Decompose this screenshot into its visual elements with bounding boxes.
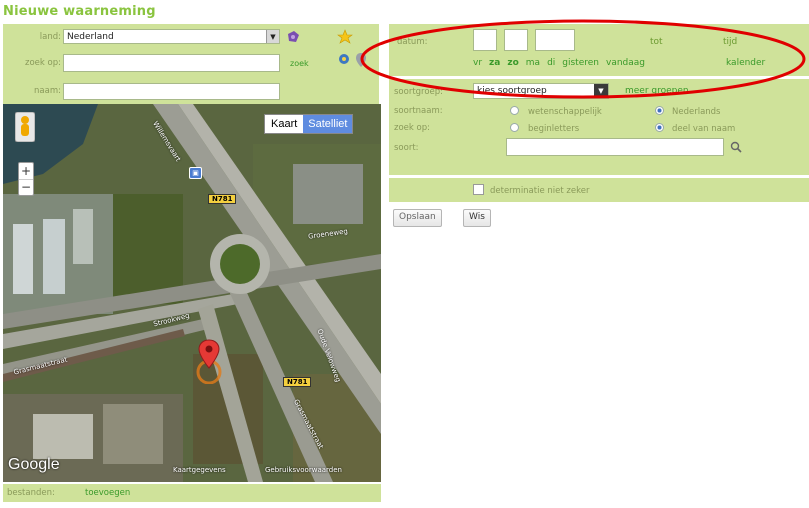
determinatie-label: determinatie niet zeker <box>490 186 590 196</box>
zoom-out-button[interactable]: − <box>19 180 33 196</box>
land-value: Nederland <box>67 31 114 42</box>
naam-label: naam: <box>34 86 61 96</box>
land-select[interactable]: Nederland ▼ <box>63 29 280 44</box>
deel-van-naam-label: deel van naam <box>672 124 736 134</box>
beginletters-radio[interactable] <box>510 123 519 132</box>
zoom-control: + − <box>18 162 34 196</box>
google-logo: Google <box>8 456 60 473</box>
nederlands-radio[interactable] <box>655 106 664 115</box>
toevoegen-link[interactable]: toevoegen <box>85 488 130 498</box>
bestanden-label: bestanden: <box>7 488 55 498</box>
star-icon[interactable] <box>337 29 353 45</box>
wis-button[interactable]: Wis <box>463 209 491 227</box>
land-label: land: <box>39 32 61 42</box>
soort-input[interactable] <box>506 138 724 156</box>
satelliet-button[interactable]: Satelliet <box>303 115 353 133</box>
terms-link[interactable]: Gebruiksvoorwaarden <box>265 466 342 474</box>
chevron-down-icon: ▼ <box>266 30 279 43</box>
kaart-button[interactable]: Kaart <box>265 115 304 133</box>
zoek-op-row: zoek op: zoek <box>3 52 329 78</box>
map-marker-icon[interactable] <box>193 338 225 384</box>
beginletters-label: beginletters <box>528 124 580 134</box>
naam-row: naam: <box>3 78 329 104</box>
zoek-op-label: zoek op: <box>394 123 430 133</box>
zoek-op-label: zoek op: <box>25 58 61 68</box>
wetenschappelijk-radio[interactable] <box>510 106 519 115</box>
highlight-ellipse <box>360 19 806 99</box>
land-row: land: Nederland ▼ <box>3 26 329 52</box>
location-search-input[interactable] <box>63 54 280 72</box>
location-name-input[interactable] <box>63 83 280 100</box>
satellite-image <box>3 104 381 482</box>
search-icon[interactable] <box>730 141 742 153</box>
pegman-icon[interactable] <box>15 112 35 142</box>
soort-label: soort: <box>394 143 419 153</box>
bestanden-bar: bestanden: toevoegen <box>3 484 381 502</box>
puzzle-icon[interactable] <box>286 30 300 44</box>
determinatie-section: determinatie niet zeker <box>389 178 809 202</box>
road-shield: N781 <box>208 194 237 204</box>
opslaan-button[interactable]: Opslaan <box>393 209 442 227</box>
zoom-in-button[interactable]: + <box>19 163 33 180</box>
road-shield: N781 <box>283 377 312 387</box>
soortnaam-label: soortnaam: <box>394 106 443 116</box>
location-form: land: Nederland ▼ zoek op: zoek naam: <box>3 24 329 104</box>
wetenschappelijk-label: wetenschappelijk <box>528 107 602 117</box>
crosshair-icon[interactable] <box>337 52 351 66</box>
nederlands-label: Nederlands <box>672 107 721 117</box>
page-title: Nieuwe waarneming <box>3 4 156 19</box>
map-data-link[interactable]: Kaartgegevens <box>173 466 226 474</box>
map-type-toggle: Kaart Satelliet <box>264 114 354 134</box>
highway-marker-icon: ▣ <box>189 167 202 179</box>
deel-van-naam-radio[interactable] <box>655 123 664 132</box>
map-view[interactable]: + − Kaart Satelliet ▣ N781 N781 Willemsv… <box>3 104 381 482</box>
determinatie-checkbox[interactable] <box>473 184 484 195</box>
zoek-link[interactable]: zoek <box>290 59 309 68</box>
